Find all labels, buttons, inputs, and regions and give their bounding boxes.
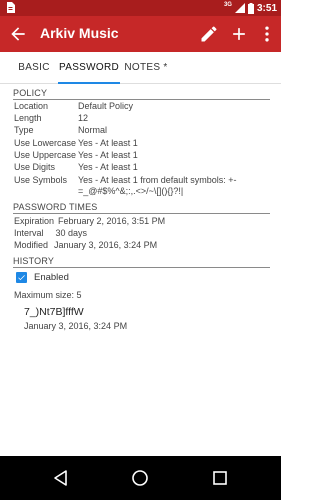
tab-basic-label: BASIC bbox=[18, 62, 50, 73]
history-divider bbox=[13, 267, 270, 268]
interval-value: 30 days bbox=[55, 228, 88, 238]
system-nav-bar bbox=[0, 456, 281, 500]
policy-value: Yes - At least 1 bbox=[78, 138, 138, 148]
app-bar: Arkiv Music bbox=[0, 16, 281, 52]
modified-label: Modified bbox=[14, 240, 49, 250]
tab-bar: BASIC PASSWORD NOTES * bbox=[0, 52, 281, 84]
policy-label: Use Digits bbox=[14, 162, 56, 172]
history-heading: HISTORY bbox=[13, 256, 55, 266]
status-bar: 3G 3:51 bbox=[0, 0, 281, 16]
checkbox-checked-icon[interactable] bbox=[16, 271, 27, 283]
history-password[interactable]: 7_)Nt7B]fffW bbox=[24, 306, 84, 318]
policy-value: Yes - At least 1 from default symbols: +… bbox=[78, 175, 237, 196]
network-type: 3G bbox=[223, 2, 232, 8]
expiration-value: February 2, 2016, 3:51 PM bbox=[58, 216, 166, 226]
notification-icon bbox=[7, 2, 15, 13]
policy-value: Normal bbox=[78, 125, 108, 135]
tab-password[interactable]: PASSWORD bbox=[58, 52, 120, 84]
add-icon[interactable] bbox=[229, 24, 249, 44]
status-icons: 3G 3:51 bbox=[224, 0, 277, 16]
interval-row: Interval 30 days bbox=[14, 228, 87, 238]
policy-label: Use Uppercase bbox=[14, 150, 77, 160]
edit-icon[interactable] bbox=[199, 24, 219, 44]
modified-row: Modified January 3, 2016, 3:24 PM bbox=[14, 240, 157, 250]
status-time: 3:51 bbox=[256, 2, 277, 14]
signal-icon bbox=[234, 3, 245, 13]
policy-value: Yes - At least 1 bbox=[78, 150, 138, 160]
policy-label: Location bbox=[14, 101, 49, 111]
expiration-row: Expiration February 2, 2016, 3:51 PM bbox=[14, 216, 165, 226]
policy-value: 12 bbox=[78, 113, 89, 123]
tab-notes-label: NOTES * bbox=[124, 62, 168, 73]
password-times-divider bbox=[13, 213, 270, 214]
password-times-heading: PASSWORD TIMES bbox=[13, 202, 98, 212]
overflow-menu-icon[interactable] bbox=[257, 24, 277, 44]
maximum-size: Maximum size: 5 bbox=[14, 290, 82, 300]
enabled-label: Enabled bbox=[34, 271, 69, 283]
policy-value: Yes - At least 1 bbox=[78, 162, 138, 172]
policy-label: Use Lowercase bbox=[14, 138, 77, 148]
history-enabled-checkbox[interactable]: Enabled bbox=[16, 270, 69, 284]
expiration-label: Expiration bbox=[14, 216, 55, 226]
active-tab-indicator bbox=[58, 82, 120, 84]
policy-heading: POLICY bbox=[13, 88, 48, 98]
interval-label: Interval bbox=[14, 228, 44, 238]
modified-value: January 3, 2016, 3:24 PM bbox=[54, 240, 158, 250]
tab-notes[interactable]: NOTES * bbox=[120, 52, 172, 84]
tab-basic[interactable]: BASIC bbox=[10, 52, 58, 84]
nav-recents-icon[interactable] bbox=[210, 468, 230, 488]
history-date: January 3, 2016, 3:24 PM bbox=[24, 321, 128, 331]
policy-label: Length bbox=[14, 113, 42, 123]
policy-label: Type bbox=[14, 125, 34, 135]
policy-label: Use Symbols bbox=[14, 175, 68, 185]
nav-home-icon[interactable] bbox=[130, 468, 150, 488]
policy-divider bbox=[13, 99, 270, 100]
back-arrow-icon[interactable] bbox=[8, 24, 28, 44]
battery-icon bbox=[247, 2, 254, 14]
policy-value: Default Policy bbox=[78, 101, 134, 111]
tab-password-label: PASSWORD bbox=[59, 62, 119, 73]
page-title: Arkiv Music bbox=[40, 25, 119, 41]
nav-back-icon[interactable] bbox=[51, 468, 71, 488]
